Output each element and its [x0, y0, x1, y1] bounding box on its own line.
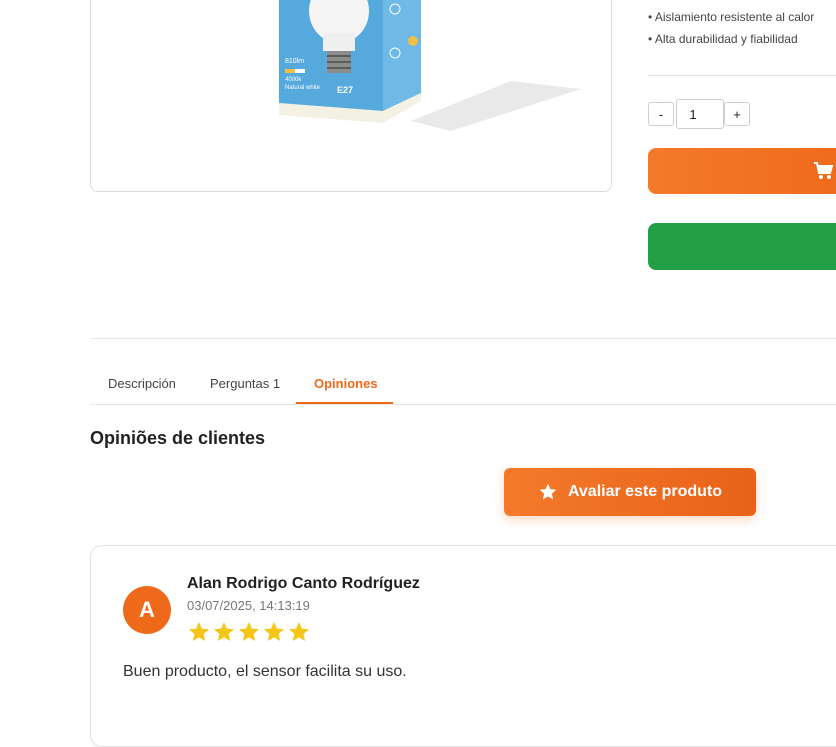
star-icon — [289, 622, 309, 641]
product-image-card[interactable]: 810lm 4000k Natural white E27 — [90, 0, 612, 192]
star-icon — [264, 622, 284, 641]
cart-icon — [814, 162, 834, 179]
section-divider — [90, 338, 836, 339]
qty-increase-button[interactable]: + — [724, 102, 750, 126]
tab-opiniones[interactable]: Opiniones — [314, 376, 378, 391]
lumens-text: 810lm — [285, 58, 304, 65]
rating-stars — [187, 620, 311, 644]
divider — [648, 75, 836, 76]
reviewer-name: Alan Rodrigo Canto Rodríguez — [187, 575, 420, 592]
reviews-title: Opiniões de clientes — [90, 428, 266, 448]
socket-text: E27 — [337, 85, 353, 95]
add-to-cart-button[interactable] — [648, 148, 836, 194]
quantity-input[interactable] — [676, 99, 724, 129]
feature-item: • Alta durabilidad y fiabilidad — [648, 32, 798, 46]
tab-descripcion[interactable]: Descripción — [108, 376, 176, 391]
feature-item: • Aislamiento resistente al calor — [648, 10, 815, 24]
rate-product-button[interactable]: Avaliar este produto — [504, 468, 756, 516]
product-image: 810lm 4000k Natural white E27 — [279, 0, 581, 131]
star-icon — [189, 622, 209, 641]
avatar: A — [123, 586, 171, 634]
white-text: Natural white — [285, 85, 321, 91]
tab-perguntas[interactable]: Perguntas 1 — [210, 376, 280, 391]
review-date: 03/07/2025, 14:13:19 — [187, 598, 310, 613]
tabs-divider — [90, 404, 836, 405]
rate-button-label: Avaliar este produto — [567, 483, 723, 500]
star-icon — [214, 622, 234, 641]
star-icon — [539, 483, 557, 500]
review-text: Buen producto, el sensor facilita su uso… — [123, 663, 407, 680]
star-icon — [239, 622, 259, 641]
buy-now-button[interactable] — [648, 223, 836, 270]
qty-decrease-button[interactable]: - — [648, 102, 674, 126]
temp-text: 4000k — [285, 77, 302, 83]
